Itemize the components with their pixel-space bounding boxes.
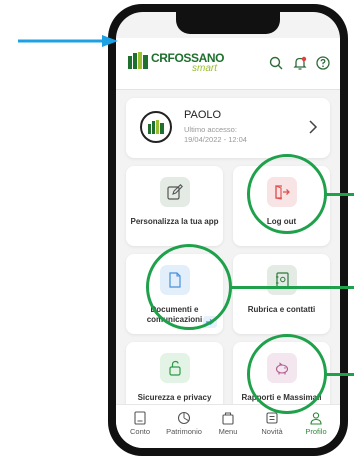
- tab-conto[interactable]: Conto: [118, 409, 162, 445]
- menu-bag-icon: [222, 412, 234, 425]
- tab-label: Patrimonio: [166, 427, 202, 436]
- profile-card[interactable]: PAOLO Ultimo accesso: 19/04/2022 - 12:04: [126, 98, 330, 158]
- tab-novita[interactable]: Novità: [250, 409, 294, 445]
- tile-label: Sicurezza e privacy: [137, 393, 212, 402]
- tab-label: Menu: [218, 427, 238, 436]
- brand-logo[interactable]: CRFOSSANO smart: [128, 48, 238, 78]
- edit-icon: [167, 184, 183, 200]
- tab-label: Profilo: [305, 427, 327, 436]
- chevron-right-icon: [309, 120, 318, 134]
- annotation-circle-log-out: [247, 154, 327, 234]
- bottom-tab-bar: Conto Patrimonio Menu Novità Profilo: [116, 404, 340, 448]
- tile-label: Personalizza la tua app: [130, 217, 219, 226]
- pie-chart-icon: [177, 411, 191, 425]
- lock-icon: [169, 360, 181, 376]
- tile-icon-bg: [160, 353, 190, 383]
- annotation-connector: [326, 373, 354, 376]
- tile-label: Rubrica e contatti: [247, 305, 316, 314]
- tab-profilo[interactable]: Profilo: [294, 409, 338, 445]
- brand-subtitle: smart: [192, 63, 217, 74]
- tile-address-book[interactable]: Rubrica e contatti: [233, 254, 330, 334]
- tab-patrimonio[interactable]: Patrimonio: [162, 409, 206, 445]
- annotation-circle-documents: [146, 244, 232, 330]
- tab-label: Novità: [261, 427, 283, 436]
- castle-avatar-icon: [148, 120, 164, 134]
- news-icon: [266, 412, 278, 424]
- user-icon: [310, 412, 322, 425]
- annotation-circle-reports: [247, 334, 327, 414]
- annotation-connector: [326, 193, 354, 196]
- annotation-connector: [231, 286, 354, 289]
- last-access-date: 19/04/2022 - 12:04: [184, 135, 247, 144]
- notification-bell-icon[interactable]: [292, 55, 308, 71]
- profile-name: PAOLO: [184, 109, 222, 121]
- avatar: [140, 111, 172, 143]
- tile-customize-app[interactable]: Personalizza la tua app: [126, 166, 223, 246]
- castle-logo-icon: [128, 52, 148, 69]
- tile-icon-bg: [160, 177, 190, 207]
- phone-notch: [176, 12, 280, 34]
- account-icon: [134, 411, 146, 425]
- last-access-label: Ultimo accesso:: [184, 125, 237, 134]
- search-icon[interactable]: [268, 55, 284, 71]
- tile-icon-bg: [267, 265, 297, 295]
- tab-menu[interactable]: Menu: [206, 409, 250, 445]
- help-icon[interactable]: [315, 55, 331, 71]
- app-header: CRFOSSANO smart: [116, 38, 340, 90]
- annotation-arrow: [18, 35, 118, 47]
- tab-label: Conto: [129, 427, 150, 436]
